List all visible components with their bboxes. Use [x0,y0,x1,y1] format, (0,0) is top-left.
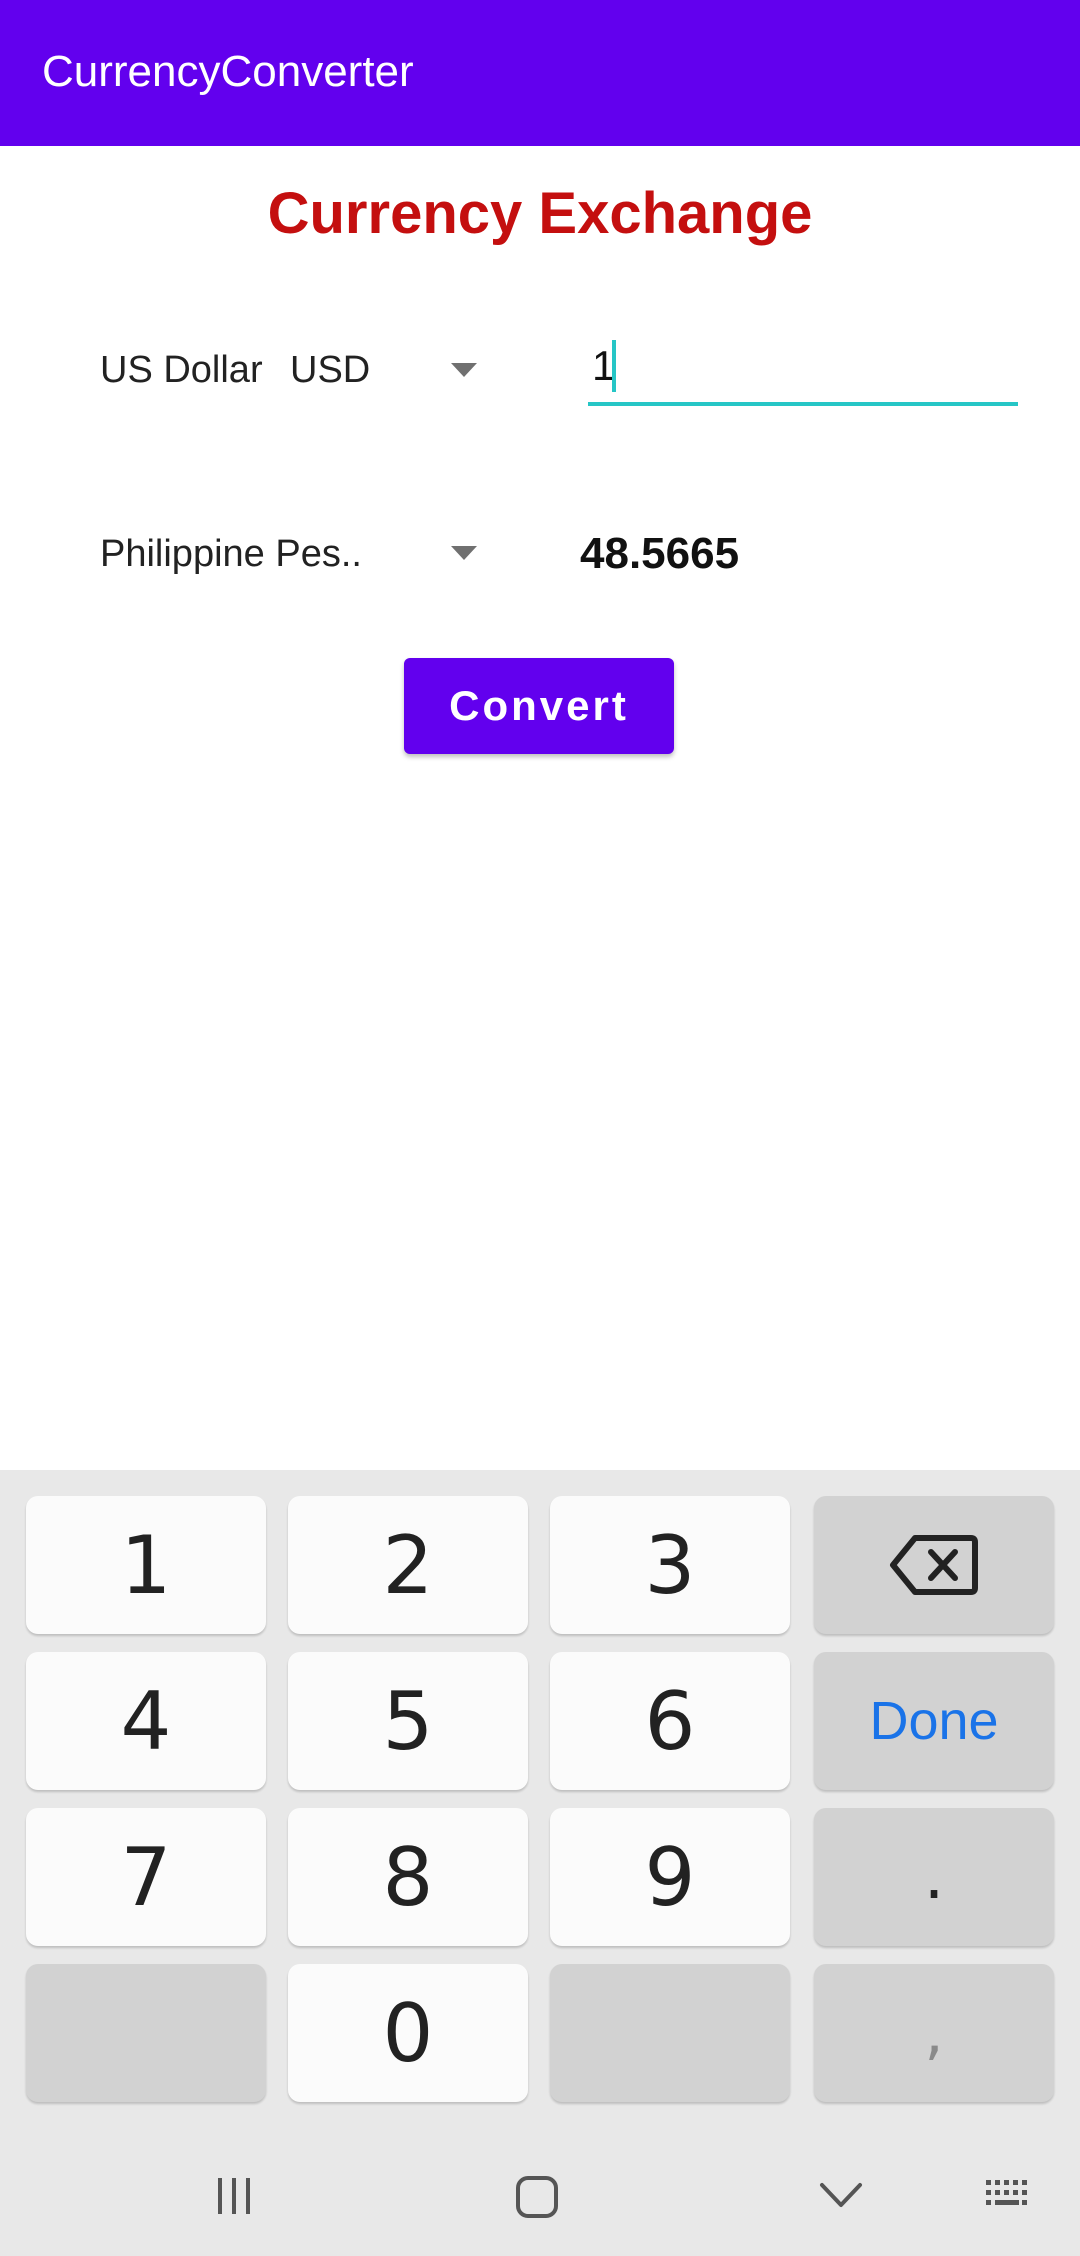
amount-input[interactable]: 1 [588,330,1018,406]
app-bar: CurrencyConverter [0,0,1080,146]
convert-button[interactable]: Convert [404,658,674,754]
blank-key-left [26,1964,266,2102]
key-2[interactable]: 2 [288,1496,528,1634]
from-currency-name: US Dollar [100,349,263,391]
page-title: Currency Exchange [267,181,813,246]
to-currency-name: Philippine Pes.. [100,533,362,575]
period-key[interactable]: . [814,1808,1054,1946]
home-icon[interactable] [514,2174,560,2220]
from-currency-code: USD [290,349,371,391]
key-6[interactable]: 6 [550,1652,790,1790]
key-9[interactable]: 9 [550,1808,790,1946]
comma-key[interactable]: , [814,1964,1054,2102]
text-cursor [612,340,616,392]
backspace-key[interactable] [814,1496,1054,1634]
numeric-keyboard: 1 2 3 4 5 6 Done 7 8 9 . 0 , [0,1470,1080,2256]
key-4[interactable]: 4 [26,1652,266,1790]
dropdown-arrow-icon [451,546,477,560]
app-title: CurrencyConverter [42,47,414,96]
key-0[interactable]: 0 [288,1964,528,2102]
key-5[interactable]: 5 [288,1652,528,1790]
key-7[interactable]: 7 [26,1808,266,1946]
conversion-result: 48.5665 [580,529,740,578]
system-nav-bar [0,2140,1080,2256]
keyboard-switch-icon[interactable] [984,2178,1034,2212]
recent-apps-icon[interactable] [212,2174,256,2218]
key-1[interactable]: 1 [26,1496,266,1634]
hide-keyboard-icon[interactable] [818,2180,864,2210]
key-8[interactable]: 8 [288,1808,528,1946]
done-key[interactable]: Done [814,1652,1054,1790]
dropdown-arrow-icon [451,363,477,377]
key-3[interactable]: 3 [550,1496,790,1634]
blank-key-right [550,1964,790,2102]
backspace-icon [890,1535,978,1595]
